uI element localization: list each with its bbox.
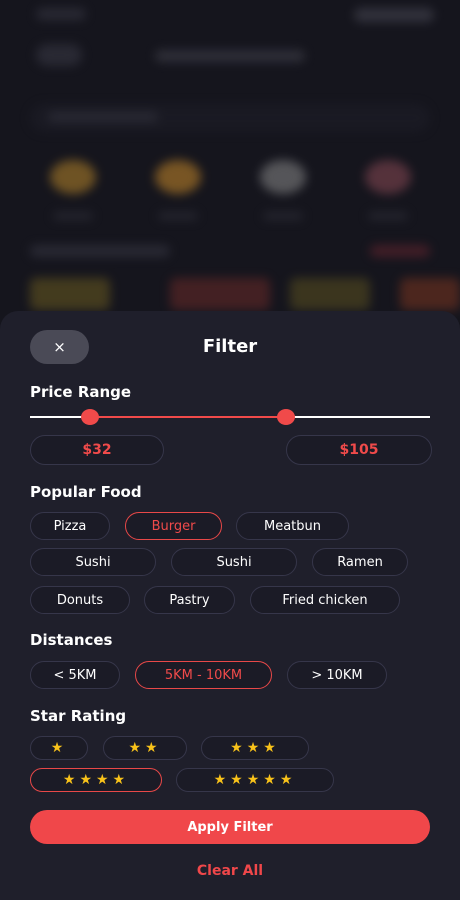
background-category-label [263,212,303,220]
background-card [290,278,370,310]
rating-chip-1-star[interactable]: ★ [30,736,88,760]
food-chip-sushi[interactable]: Sushi [30,548,156,576]
food-chip-meatbun[interactable]: Meatbun [236,512,349,540]
star-icon: ★★★★ [62,772,130,788]
rating-chip-5-stars[interactable]: ★★★★★ [176,768,334,792]
star-icon: ★★★★★ [213,772,297,788]
price-slider-min-thumb[interactable] [81,409,99,425]
background-category-label [368,212,408,220]
food-chip-ramen[interactable]: Ramen [312,548,408,576]
clear-all-button[interactable]: Clear All [0,863,460,879]
distance-chip-5-10km[interactable]: 5KM - 10KM [135,661,272,689]
star-icon: ★★★ [230,740,280,756]
star-icon: ★★ [128,740,162,756]
price-slider-fill [90,416,286,418]
background-card [30,278,110,310]
star-icon: ★ [50,740,68,756]
background-card [400,278,460,310]
background-search-text [48,112,158,122]
food-chip-pastry[interactable]: Pastry [144,586,235,614]
background-category-label [158,212,198,220]
rating-chip-2-stars[interactable]: ★★ [103,736,187,760]
background-back-button [36,44,82,66]
background-title [155,50,305,62]
apply-filter-button[interactable]: Apply Filter [30,810,430,844]
food-chip-fried-chicken[interactable]: Fried chicken [250,586,400,614]
background-card [170,278,270,310]
background-section-link [370,245,430,257]
rating-chip-3-stars[interactable]: ★★★ [201,736,309,760]
price-max-field[interactable]: $105 [286,435,432,465]
background-category-icon [260,160,306,194]
popular-food-title: Popular Food [30,483,142,501]
food-chip-pizza[interactable]: Pizza [30,512,110,540]
price-slider-max-thumb[interactable] [277,409,295,425]
background-category-label [53,212,93,220]
distances-title: Distances [30,631,113,649]
background-category-icon [50,160,96,194]
food-chip-donuts[interactable]: Donuts [30,586,130,614]
background-category-icon [365,160,411,194]
price-min-field[interactable]: $32 [30,435,164,465]
rating-chip-4-stars[interactable]: ★★★★ [30,768,162,792]
background-status-icons [354,8,434,22]
food-chip-sushi[interactable]: Sushi [171,548,297,576]
food-chip-burger[interactable]: Burger [125,512,222,540]
background-section-title [30,245,170,257]
price-range-title: Price Range [30,383,132,401]
background-status-time [36,8,86,20]
star-rating-title: Star Rating [30,707,127,725]
distance-chip-over-10km[interactable]: > 10KM [287,661,387,689]
distance-chip-under-5km[interactable]: < 5KM [30,661,120,689]
sheet-title: Filter [202,336,258,357]
background-category-icon [155,160,201,194]
